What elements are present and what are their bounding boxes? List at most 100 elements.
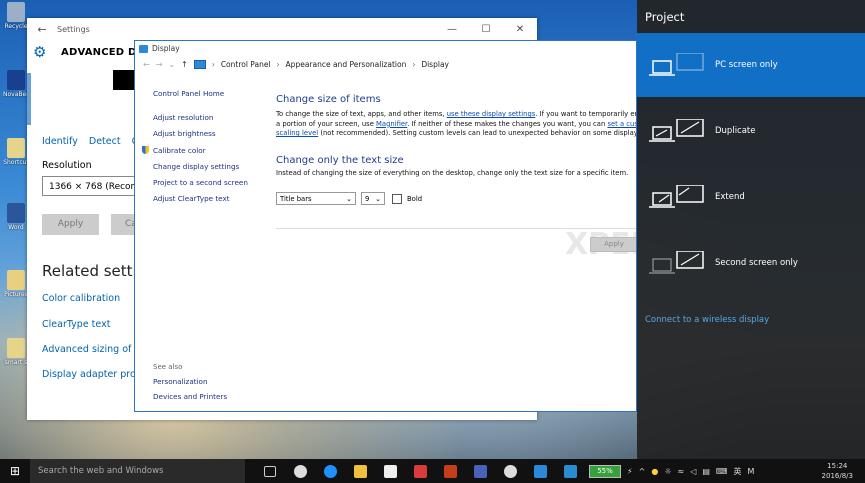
- item-dropdown[interactable]: Title bars ⌄: [276, 192, 356, 206]
- edge-icon[interactable]: [315, 459, 345, 483]
- back-icon[interactable]: ←: [143, 60, 150, 69]
- see-also-label: See also: [153, 363, 183, 371]
- maximize-button[interactable]: ☐: [469, 24, 503, 35]
- ime-mode[interactable]: 英: [733, 466, 741, 477]
- color-calibration-link[interactable]: Color calibration: [42, 293, 120, 304]
- sidebar-item-display-settings[interactable]: Change display settings: [153, 162, 263, 171]
- shield-icon: [142, 145, 149, 154]
- custom-scaling-link[interactable]: set a custom: [607, 120, 636, 128]
- project-option-second-screen-only[interactable]: Second screen only: [637, 231, 865, 295]
- size-description: To change the size of text, apps, and ot…: [276, 110, 636, 139]
- second-screen-only-icon: [649, 251, 704, 274]
- project-title: Project: [645, 10, 685, 24]
- project-option-pc-screen-only[interactable]: PC screen only: [637, 33, 865, 97]
- magnifier-link[interactable]: Magnifier: [376, 120, 407, 128]
- power-plug-icon[interactable]: ⚡: [627, 467, 633, 476]
- cleartype-text-link[interactable]: ClearType text: [42, 319, 110, 330]
- desktop-icon-label: Recycle: [4, 23, 28, 30]
- mail-icon[interactable]: [405, 459, 435, 483]
- people-icon[interactable]: [285, 459, 315, 483]
- desktop-icon[interactable]: smart s: [3, 338, 29, 366]
- sidebar-item-adjust-brightness[interactable]: Adjust brightness: [153, 129, 263, 138]
- project-option-label: PC screen only: [715, 60, 778, 70]
- cp-main: Change size of items To change the size …: [276, 94, 636, 206]
- connect-wireless-display-link[interactable]: Connect to a wireless display: [645, 315, 769, 325]
- sidebar-item-project[interactable]: Project to a second screen: [153, 178, 263, 187]
- taskbar: ⊞ Search the web and Windows 55% ⚡ ^ ● ☼…: [0, 459, 865, 483]
- personalization-link[interactable]: Personalization: [153, 377, 208, 386]
- duplicate-icon: [649, 119, 704, 142]
- bold-checkbox[interactable]: [392, 193, 402, 204]
- font-size-dropdown[interactable]: 9 ⌄: [361, 192, 385, 206]
- address-bar[interactable]: ← → ⌄ ↑ › Control Panel › Appearance and…: [135, 56, 636, 72]
- apply-button[interactable]: Apply: [42, 214, 99, 235]
- detect-link[interactable]: Detect: [89, 136, 121, 147]
- windows-start-icon[interactable]: ⊞: [0, 464, 30, 478]
- battery-indicator[interactable]: 55%: [589, 464, 621, 478]
- project-option-extend[interactable]: Extend: [637, 165, 865, 229]
- desktop-icon[interactable]: Word: [3, 203, 29, 231]
- chevron-up-icon[interactable]: ^: [639, 467, 646, 476]
- desktop-shortcut-icon: [7, 2, 25, 22]
- back-arrow-icon[interactable]: ←: [27, 23, 57, 36]
- desktop-shortcut-icon: [7, 270, 25, 290]
- breadcrumb-display[interactable]: Display: [421, 60, 449, 69]
- sidebar-item-home[interactable]: Control Panel Home: [153, 89, 263, 98]
- text-size-controls: Title bars ⌄ 9 ⌄ Bold: [276, 192, 636, 206]
- notification-icon[interactable]: ▤: [702, 467, 710, 476]
- volume-icon[interactable]: ◁: [690, 467, 696, 476]
- devices-printers-link[interactable]: Devices and Printers: [153, 392, 227, 401]
- up-arrow-icon[interactable]: ↑: [181, 60, 188, 69]
- cp-apply-button[interactable]: Apply: [590, 237, 636, 252]
- breadcrumb-control-panel[interactable]: Control Panel: [221, 60, 271, 69]
- settings-icon[interactable]: [495, 459, 525, 483]
- close-button[interactable]: ✕: [503, 24, 537, 35]
- minimize-button[interactable]: —: [435, 24, 469, 35]
- display-icon[interactable]: [555, 459, 585, 483]
- app-icon[interactable]: [465, 459, 495, 483]
- chevron-down-icon: ⌄: [346, 195, 352, 204]
- chevron-down-icon: ⌄: [375, 195, 381, 204]
- desktop-icon[interactable]: Pictures: [3, 270, 29, 298]
- sidebar-item-adjust-resolution[interactable]: Adjust resolution: [153, 113, 263, 122]
- cp-title: Display: [152, 44, 180, 53]
- sidebar-item-cleartype[interactable]: Adjust ClearType text: [153, 194, 263, 203]
- settings-title: Settings: [57, 24, 90, 34]
- search-box[interactable]: Search the web and Windows: [30, 459, 245, 483]
- powerpoint-icon[interactable]: [435, 459, 465, 483]
- identify-link[interactable]: Identify: [42, 136, 78, 147]
- forward-icon[interactable]: →: [156, 60, 163, 69]
- taskbar-clock[interactable]: 15:24 2016/8/3: [822, 461, 853, 481]
- task-view-icon[interactable]: [255, 459, 285, 483]
- display-adapter-link[interactable]: Display adapter prope: [42, 369, 148, 380]
- display-preview-edge: [27, 73, 31, 125]
- chevron-down-icon[interactable]: ⌄: [168, 60, 175, 69]
- desktop-icon[interactable]: NovaBench: [3, 70, 29, 98]
- desktop-shortcut-icon: [7, 138, 25, 158]
- desktop-icon[interactable]: Recycle: [3, 2, 29, 30]
- tray-app-icon-2[interactable]: ☼: [664, 467, 671, 476]
- word-icon[interactable]: [525, 459, 555, 483]
- system-tray: ⚡ ^ ● ☼ ≈ ◁ ▤ ⌨ 英 M: [627, 466, 754, 477]
- settings-titlebar: ← Settings — ☐ ✕: [27, 18, 537, 40]
- scaling-level-link[interactable]: scaling level: [276, 129, 318, 137]
- wifi-icon[interactable]: ≈: [677, 467, 684, 476]
- desktop-icon-label: Shortcut: [3, 159, 29, 166]
- extend-icon: [649, 185, 704, 208]
- sidebar-item-calibrate-color[interactable]: Calibrate color: [142, 145, 263, 155]
- display-window-icon: [139, 44, 148, 53]
- ime-m-icon[interactable]: M: [747, 467, 754, 476]
- desktop-icon[interactable]: Shortcut: [3, 138, 29, 166]
- divider: [276, 228, 636, 229]
- gear-icon: ⚙: [33, 43, 47, 61]
- breadcrumb-appearance[interactable]: Appearance and Personalization: [286, 60, 407, 69]
- project-option-duplicate[interactable]: Duplicate: [637, 99, 865, 163]
- resolution-label: Resolution: [42, 160, 92, 171]
- project-option-label: Second screen only: [715, 258, 798, 268]
- text-size-description: Instead of changing the size of everythi…: [276, 168, 629, 177]
- store-icon[interactable]: [375, 459, 405, 483]
- tray-app-icon[interactable]: ●: [651, 467, 658, 476]
- file-explorer-icon[interactable]: [345, 459, 375, 483]
- keyboard-icon[interactable]: ⌨: [716, 467, 728, 476]
- display-settings-link[interactable]: use these display settings: [447, 110, 536, 118]
